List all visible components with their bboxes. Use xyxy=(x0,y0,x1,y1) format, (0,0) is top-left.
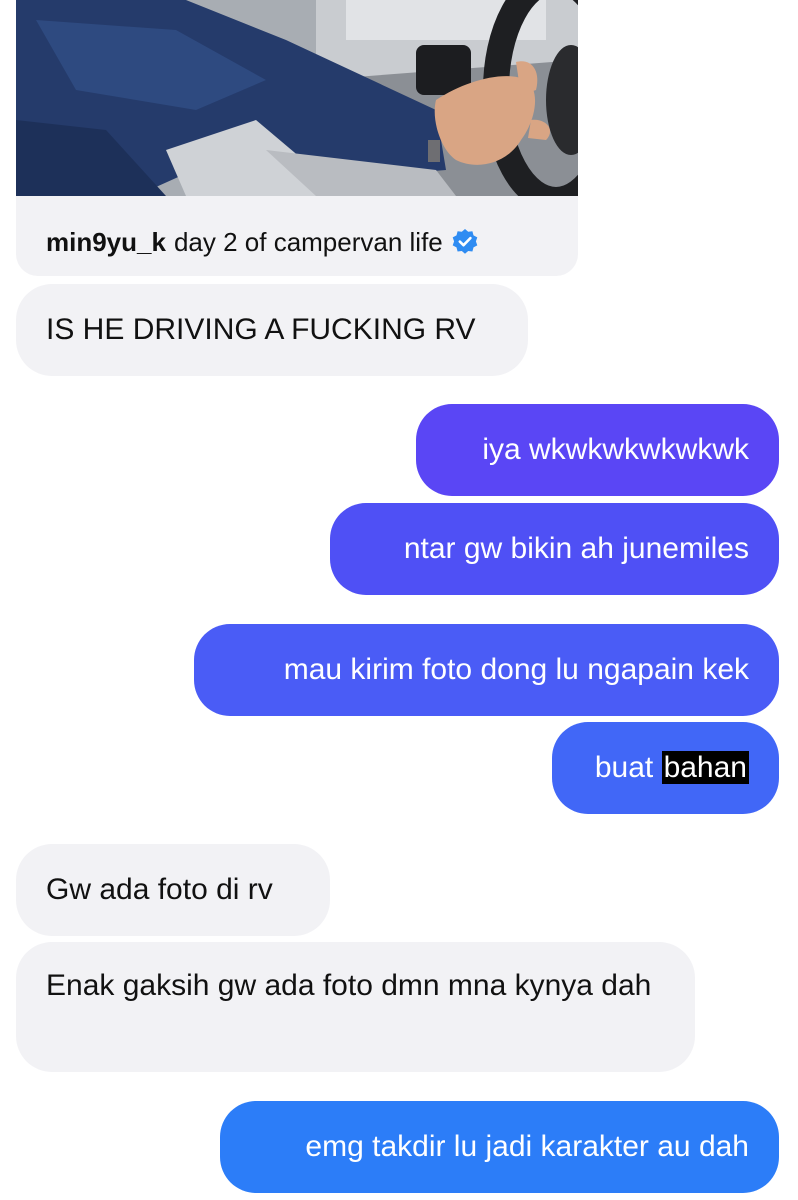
message-text: emg takdir lu jadi karakter au dah xyxy=(305,1130,749,1163)
verified-badge-icon xyxy=(451,228,479,256)
shared-post-caption: min9yu_k day 2 of campervan life xyxy=(46,226,479,258)
shared-post-image[interactable] xyxy=(16,0,578,196)
message-bubble-outgoing[interactable]: ntar gw bikin ah junemiles xyxy=(330,503,779,595)
message-text: iya wkwkwkwkwkwk xyxy=(482,433,749,466)
shared-post-card[interactable]: min9yu_k day 2 of campervan life xyxy=(16,0,578,276)
message-bubble-outgoing[interactable]: buat bahan xyxy=(552,722,779,814)
message-bubble-incoming[interactable]: IS HE DRIVING A FUCKING RV xyxy=(16,284,528,376)
selected-text-highlight[interactable]: bahan xyxy=(661,751,749,784)
message-text: Enak gaksih gw ada foto dmn mna kynya da… xyxy=(46,969,652,1002)
message-bubble-incoming[interactable]: Enak gaksih gw ada foto dmn mna kynya da… xyxy=(16,942,695,1072)
message-bubble-outgoing[interactable]: mau kirim foto dong lu ngapain kek xyxy=(194,624,779,716)
shared-post-caption-text: day 2 of campervan life xyxy=(173,227,443,257)
message-text: ntar gw bikin ah junemiles xyxy=(403,532,749,565)
message-bubble-outgoing[interactable]: iya wkwkwkwkwkwk xyxy=(416,404,779,496)
message-text: buat xyxy=(594,751,662,784)
message-bubble-outgoing[interactable]: emg takdir lu jadi karakter au dah xyxy=(220,1101,779,1193)
message-text: IS HE DRIVING A FUCKING RV xyxy=(46,313,476,346)
chat-thread: min9yu_k day 2 of campervan life IS HE DR… xyxy=(0,0,798,1200)
message-text: Gw ada foto di rv xyxy=(46,873,273,906)
message-bubble-incoming[interactable]: Gw ada foto di rv xyxy=(16,844,330,936)
shared-post-username[interactable]: min9yu_k xyxy=(46,227,166,257)
post-photo-illustration xyxy=(16,0,578,196)
message-text: mau kirim foto dong lu ngapain kek xyxy=(283,653,749,686)
